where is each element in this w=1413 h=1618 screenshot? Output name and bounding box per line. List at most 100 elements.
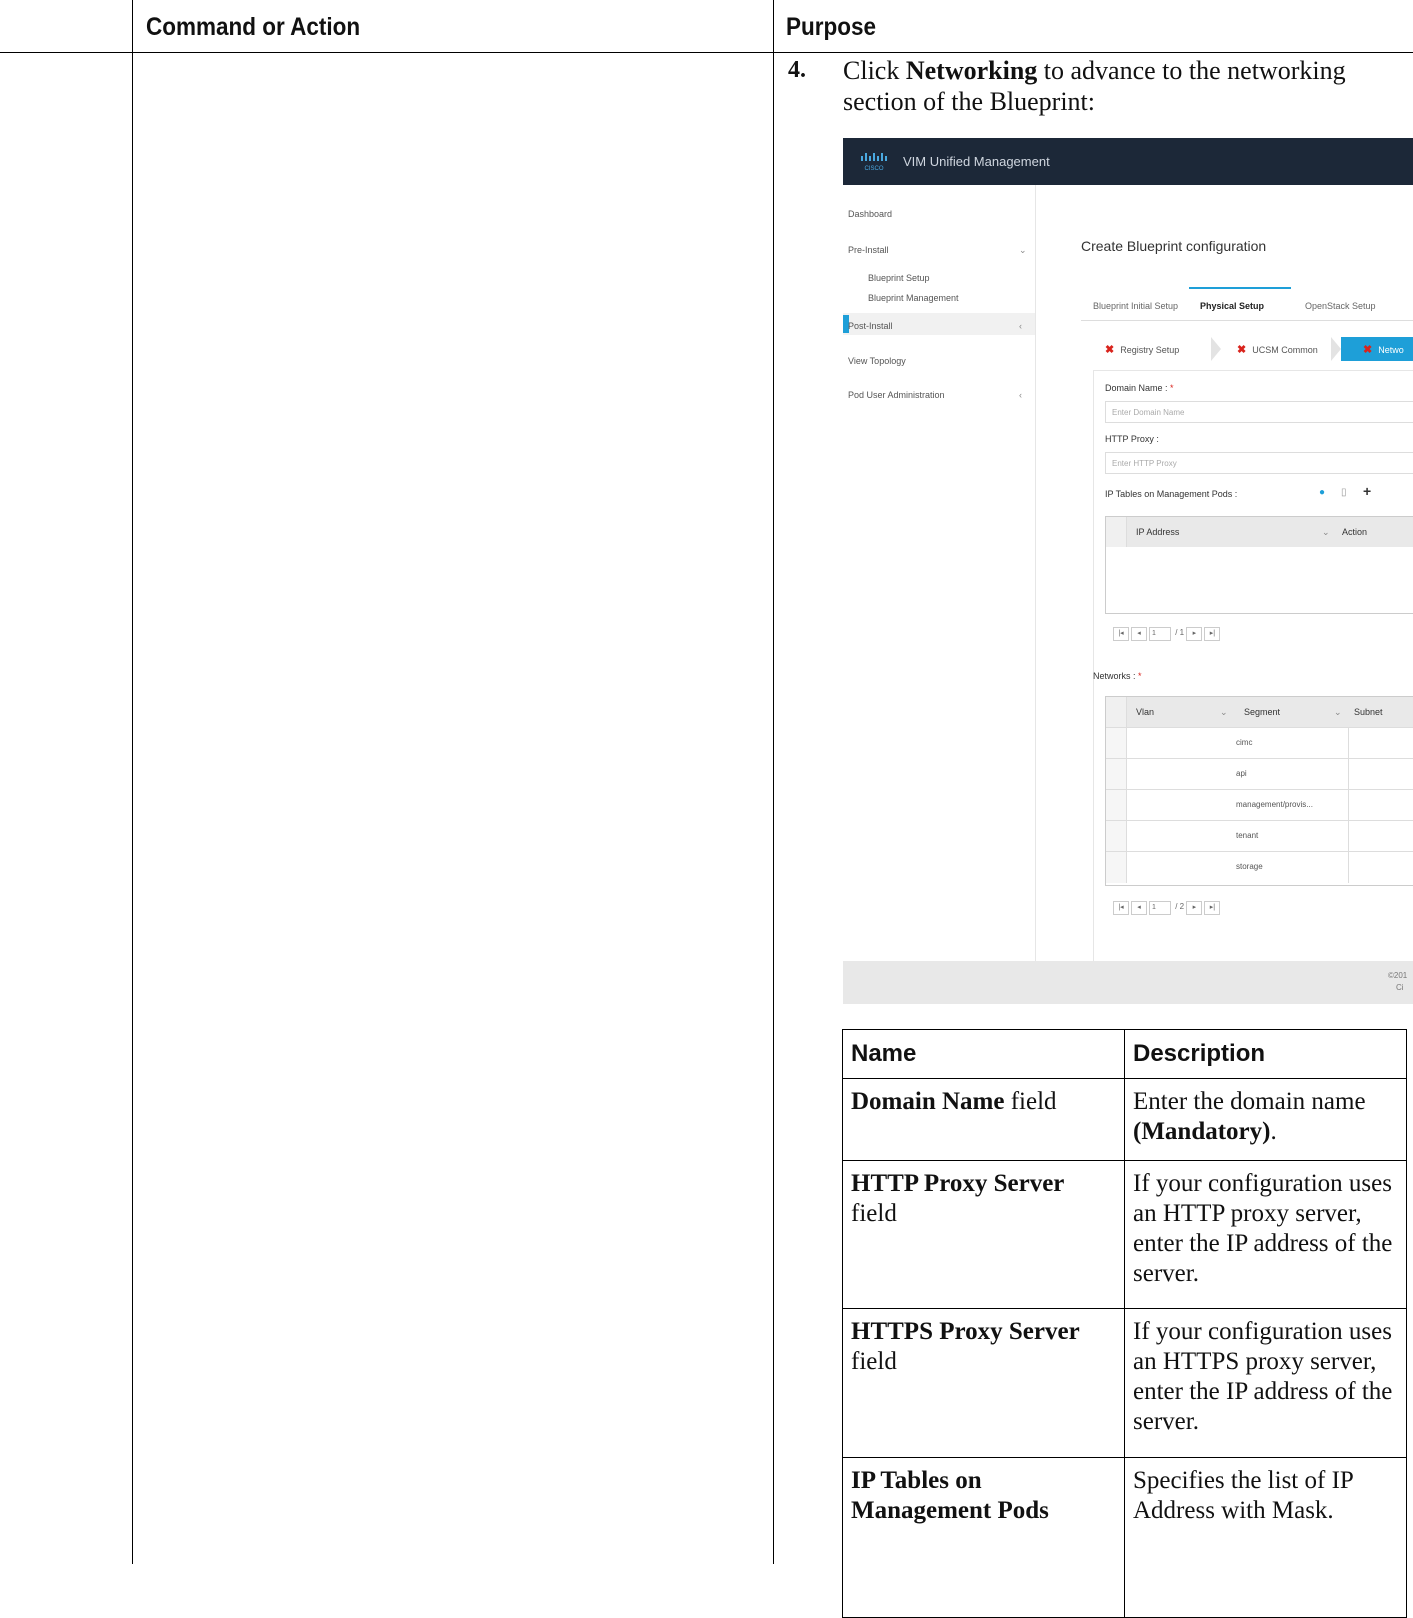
column-header-purpose: Purpose (786, 13, 877, 41)
header-description: Description (1124, 1029, 1407, 1079)
tab-openstack-setup[interactable]: OpenStack Setup (1305, 301, 1376, 311)
step-number: 4. (788, 57, 806, 83)
column-separator (1348, 790, 1349, 821)
grid-header-action[interactable]: Action (1342, 527, 1367, 537)
tab-blueprint-initial-setup[interactable]: Blueprint Initial Setup (1093, 301, 1178, 311)
field-description: If your configuration uses an HTTPS prox… (1124, 1308, 1407, 1458)
field-description: Enter the domain name (Mandatory). (1124, 1078, 1407, 1161)
app-header-bar: CISCO VIM Unified Management (843, 138, 1413, 185)
table-row[interactable]: cimc (1106, 727, 1413, 759)
header-name: Name (842, 1029, 1125, 1079)
column-header-command: Command or Action (146, 13, 361, 41)
chevron-left-icon: ‹ (1019, 390, 1022, 400)
table-row[interactable]: management/provis... (1106, 789, 1413, 821)
prev-page-button[interactable]: ◂ (1131, 901, 1147, 915)
networking-term: Networking (905, 56, 1038, 85)
row-checkbox[interactable] (1106, 728, 1127, 759)
step-separator (1211, 337, 1221, 361)
table-row[interactable]: api (1106, 758, 1413, 790)
left-border-line (132, 0, 133, 1564)
pager-ip: |◂ ◂ 1 / 1 ▸ ▸| (1113, 627, 1222, 641)
sidebar: Dashboard Pre-Install ⌄ Blueprint Setup … (843, 185, 1036, 961)
page-title: Create Blueprint configuration (1081, 238, 1267, 254)
grid-header-subnet[interactable]: Subnet (1354, 707, 1383, 717)
cisco-logo-icon: CISCO (861, 153, 887, 172)
next-page-button[interactable]: ▸ (1186, 627, 1203, 641)
row-checkbox[interactable] (1106, 852, 1127, 883)
active-tab-underline (1189, 287, 1291, 289)
column-separator (1348, 759, 1349, 790)
page-input[interactable]: 1 (1149, 901, 1171, 915)
step-networking-active[interactable]: ✖ Netwo (1341, 337, 1413, 361)
domain-name-input[interactable]: Enter Domain Name (1105, 401, 1413, 423)
grid-header-vlan[interactable]: Vlan (1136, 707, 1154, 717)
sort-icon[interactable]: ⌄ (1220, 707, 1228, 718)
middle-border-line (773, 0, 774, 1564)
column-separator (1348, 728, 1349, 759)
step-separator (1331, 337, 1341, 361)
app-footer (843, 961, 1413, 1004)
grid-header: Vlan ⌄ Segment ⌄ Subnet (1106, 697, 1413, 727)
footer-copyright: ©201 Ci (1388, 971, 1408, 992)
chevron-left-icon: ‹ (1019, 321, 1022, 331)
ip-tables-label: IP Tables on Management Pods : (1105, 489, 1238, 499)
column-separator (1348, 821, 1349, 852)
next-page-button[interactable]: ▸ (1186, 901, 1203, 915)
http-proxy-input[interactable]: Enter HTTP Proxy (1105, 452, 1413, 474)
prev-page-button[interactable]: ◂ (1131, 627, 1147, 641)
select-all-checkbox[interactable] (1106, 697, 1127, 727)
step-text: Click Networking to advance to the netwo… (843, 56, 1346, 116)
sort-icon[interactable]: ⌄ (1334, 707, 1342, 718)
first-page-button[interactable]: |◂ (1113, 901, 1129, 915)
field-description: If your configuration uses an HTTP proxy… (1124, 1160, 1407, 1309)
error-x-icon: ✖ (1105, 344, 1115, 356)
table-row: HTTP Proxy Server field If your configur… (842, 1160, 1407, 1309)
networks-grid: Vlan ⌄ Segment ⌄ Subnet cimc api managem… (1105, 696, 1413, 886)
sidebar-item-view-topology[interactable]: View Topology (848, 356, 906, 366)
row-checkbox[interactable] (1106, 821, 1127, 852)
first-page-button[interactable]: |◂ (1113, 627, 1129, 641)
chevron-down-icon: ⌄ (1019, 245, 1027, 255)
tab-physical-setup[interactable]: Physical Setup (1200, 301, 1264, 311)
page-input[interactable]: 1 (1149, 627, 1171, 641)
error-x-icon: ✖ (1237, 344, 1247, 356)
pager-networks: |◂ ◂ 1 / 2 ▸ ▸| (1113, 901, 1222, 915)
grid-header-ip-address[interactable]: IP Address (1136, 527, 1179, 537)
embedded-screenshot: CISCO VIM Unified Management Dashboard P… (843, 138, 1413, 1004)
svg-text:CISCO: CISCO (864, 166, 883, 172)
last-page-button[interactable]: ▸| (1204, 901, 1221, 915)
last-page-button[interactable]: ▸| (1204, 627, 1221, 641)
field-name: HTTP Proxy Server field (842, 1160, 1125, 1309)
sidebar-item-post-install[interactable]: Post-Install (848, 321, 893, 331)
step-ucsm-common[interactable]: ✖ UCSM Common (1237, 343, 1318, 367)
domain-name-label: Domain Name : * (1105, 383, 1174, 393)
table-row[interactable]: tenant (1106, 820, 1413, 852)
info-icon[interactable]: ● (1319, 487, 1325, 498)
trash-icon[interactable]: ▯ (1341, 487, 1347, 498)
table-row: Domain Name field Enter the domain name … (842, 1078, 1407, 1161)
sort-icon[interactable]: ⌄ (1322, 527, 1330, 538)
http-proxy-label: HTTP Proxy : (1105, 434, 1159, 444)
table-row[interactable]: storage (1106, 851, 1413, 883)
tab-bar-border (1081, 320, 1413, 321)
header-rule (0, 52, 1413, 53)
table-header-row: Name Description (842, 1029, 1407, 1079)
field-name: Domain Name field (842, 1078, 1125, 1161)
sidebar-item-dashboard[interactable]: Dashboard (848, 209, 892, 219)
row-checkbox[interactable] (1106, 759, 1127, 790)
step-registry-setup[interactable]: ✖ Registry Setup (1105, 343, 1179, 367)
field-name: IP Tables on Management Pods (842, 1457, 1125, 1618)
row-checkbox[interactable] (1106, 790, 1127, 821)
app-title: VIM Unified Management (903, 154, 1050, 169)
grid-header: IP Address ⌄ Action (1106, 517, 1413, 547)
sidebar-item-blueprint-setup[interactable]: Blueprint Setup (868, 273, 930, 283)
field-name: HTTPS Proxy Server field (842, 1308, 1125, 1458)
sidebar-item-pod-user-admin[interactable]: Pod User Administration (848, 390, 945, 400)
grid-header-segment[interactable]: Segment (1244, 707, 1280, 717)
networks-label: Networks : * (1093, 671, 1142, 681)
column-separator (1348, 852, 1349, 883)
sidebar-item-pre-install[interactable]: Pre-Install (848, 245, 889, 255)
select-all-checkbox[interactable] (1106, 517, 1127, 547)
sidebar-item-blueprint-management[interactable]: Blueprint Management (868, 293, 959, 303)
add-icon[interactable]: + (1363, 483, 1371, 499)
